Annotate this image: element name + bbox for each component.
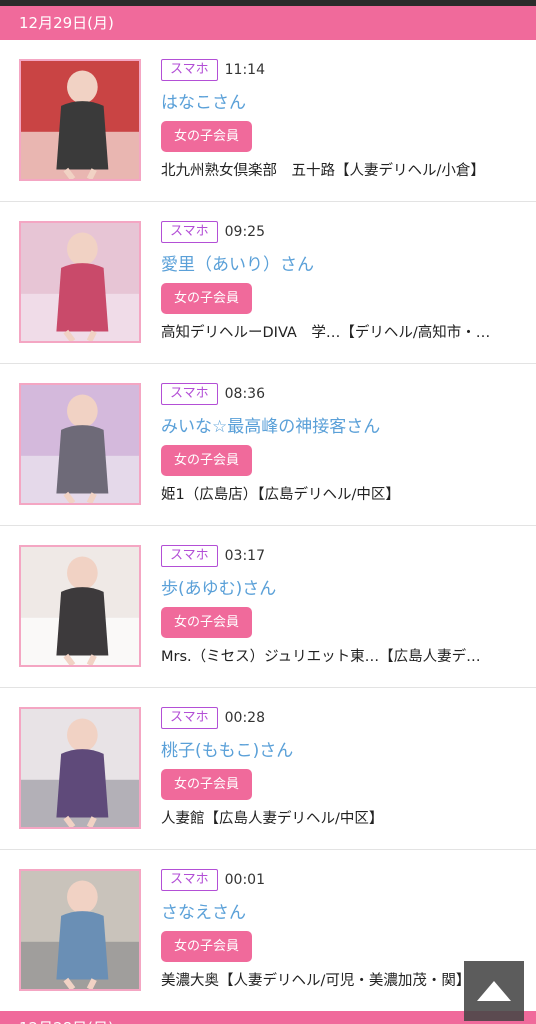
post-time: 09:25 — [224, 223, 265, 240]
profile-photo — [21, 709, 139, 827]
list-item[interactable]: スマホ 00:28 桃子(ももこ)さん 女の子会員 人妻館【広島人妻デリヘル/中… — [0, 688, 536, 850]
profile-photo — [21, 385, 139, 503]
post-time: 08:36 — [224, 385, 265, 402]
list-item[interactable]: スマホ 11:14 はなこさん 女の子会員 北九州熟女倶楽部 五十路【人妻デリヘ… — [0, 40, 536, 202]
girl-name-link[interactable]: 歩(あゆむ)さん — [161, 574, 506, 599]
shop-name[interactable]: 北九州熟女倶楽部 五十路【人妻デリヘル/小倉】 — [161, 159, 506, 180]
member-badge: 女の子会員 — [161, 607, 253, 638]
member-badge: 女の子会員 — [161, 445, 253, 476]
device-badge: スマホ — [161, 706, 218, 729]
profile-thumbnail[interactable] — [19, 707, 141, 829]
profile-thumbnail[interactable] — [19, 383, 141, 505]
member-badge: 女の子会員 — [161, 769, 253, 800]
list-item[interactable]: スマホ 00:01 さなえさん 女の子会員 美濃大奥【人妻デリヘル/可児・美濃加… — [0, 850, 536, 1012]
list-item[interactable]: スマホ 09:25 愛里（あいり）さん 女の子会員 高知デリヘルーDIVA 学…… — [0, 202, 536, 364]
shop-name[interactable]: 高知デリヘルーDIVA 学…【デリヘル/高知市・… — [161, 321, 506, 342]
entry-info: スマホ 00:28 桃子(ももこ)さん 女の子会員 人妻館【広島人妻デリヘル/中… — [161, 706, 506, 828]
arrow-up-icon — [477, 981, 511, 1001]
list-item[interactable]: スマホ 08:36 みいな☆最高峰の神接客さん 女の子会員 姫1（広島店）【広島… — [0, 364, 536, 526]
shop-name[interactable]: Mrs.（ミセス）ジュリエット東…【広島人妻デ… — [161, 645, 506, 666]
device-badge: スマホ — [161, 220, 218, 243]
post-time: 00:01 — [224, 871, 265, 888]
profile-photo — [21, 223, 139, 341]
profile-photo — [21, 871, 139, 989]
device-badge: スマホ — [161, 868, 218, 891]
next-date-header: 12月28日(日) — [0, 1011, 536, 1024]
scroll-to-top-button[interactable] — [464, 961, 524, 1021]
girl-name-link[interactable]: はなこさん — [161, 88, 506, 113]
entry-info: スマホ 11:14 はなこさん 女の子会員 北九州熟女倶楽部 五十路【人妻デリヘ… — [161, 58, 506, 180]
post-time: 11:14 — [224, 61, 265, 78]
device-badge: スマホ — [161, 544, 218, 567]
profile-thumbnail[interactable] — [19, 869, 141, 991]
shop-name[interactable]: 姫1（広島店）【広島デリヘル/中区】 — [161, 483, 506, 504]
member-badge: 女の子会員 — [161, 931, 253, 962]
girl-name-link[interactable]: みいな☆最高峰の神接客さん — [161, 412, 506, 437]
device-badge: スマホ — [161, 382, 218, 405]
entry-info: スマホ 08:36 みいな☆最高峰の神接客さん 女の子会員 姫1（広島店）【広島… — [161, 382, 506, 504]
member-badge: 女の子会員 — [161, 121, 253, 152]
profile-photo — [21, 61, 139, 179]
diary-list: スマホ 11:14 はなこさん 女の子会員 北九州熟女倶楽部 五十路【人妻デリヘ… — [0, 40, 536, 1012]
girl-name-link[interactable]: さなえさん — [161, 898, 506, 923]
profile-thumbnail[interactable] — [19, 221, 141, 343]
list-item[interactable]: スマホ 03:17 歩(あゆむ)さん 女の子会員 Mrs.（ミセス）ジュリエット… — [0, 526, 536, 688]
post-time: 03:17 — [224, 547, 265, 564]
girl-name-link[interactable]: 愛里（あいり）さん — [161, 250, 506, 275]
profile-photo — [21, 547, 139, 665]
shop-name[interactable]: 人妻館【広島人妻デリヘル/中区】 — [161, 807, 506, 828]
post-time: 00:28 — [224, 709, 265, 726]
entry-info: スマホ 00:01 さなえさん 女の子会員 美濃大奥【人妻デリヘル/可児・美濃加… — [161, 868, 506, 990]
member-badge: 女の子会員 — [161, 283, 253, 314]
device-badge: スマホ — [161, 58, 218, 81]
girl-name-link[interactable]: 桃子(ももこ)さん — [161, 736, 506, 761]
entry-info: スマホ 09:25 愛里（あいり）さん 女の子会員 高知デリヘルーDIVA 学…… — [161, 220, 506, 342]
profile-thumbnail[interactable] — [19, 59, 141, 181]
shop-name[interactable]: 美濃大奥【人妻デリヘル/可児・美濃加茂・関】 — [161, 969, 506, 990]
entry-info: スマホ 03:17 歩(あゆむ)さん 女の子会員 Mrs.（ミセス）ジュリエット… — [161, 544, 506, 666]
profile-thumbnail[interactable] — [19, 545, 141, 667]
date-header: 12月29日(月) — [0, 6, 536, 40]
